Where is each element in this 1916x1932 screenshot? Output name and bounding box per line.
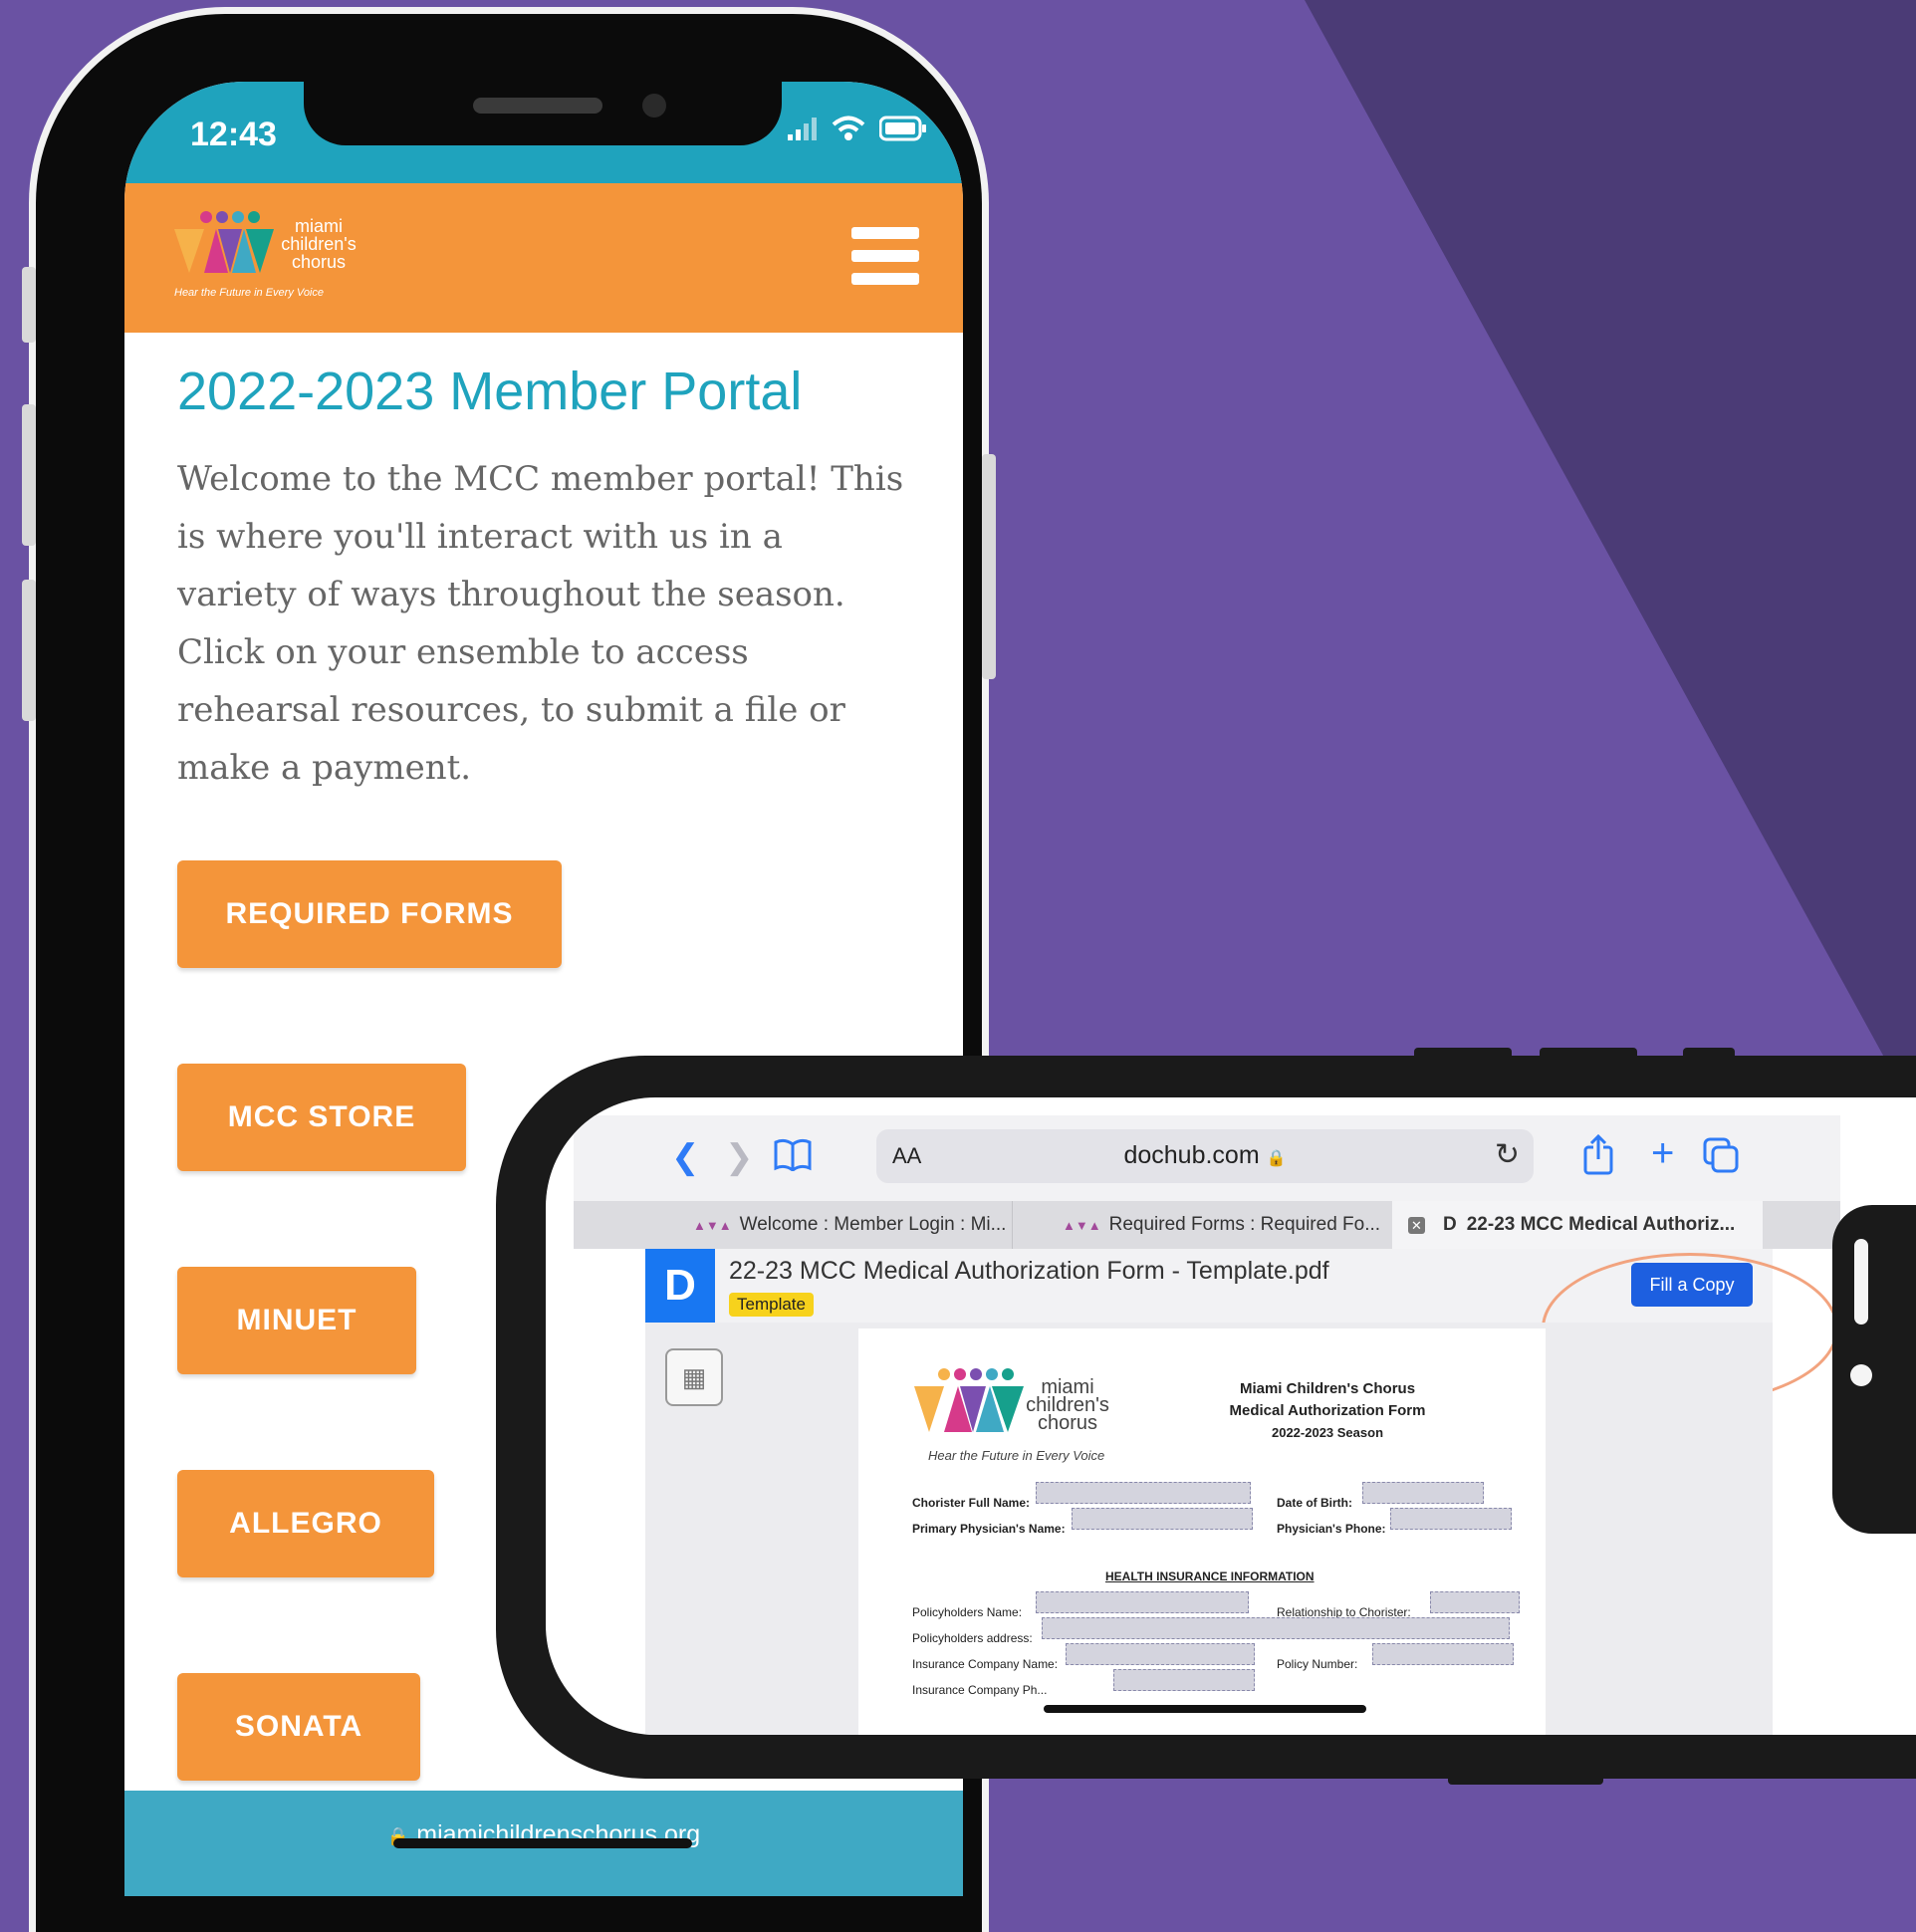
mcc-favicon-icon: ▲▼▲ bbox=[693, 1217, 732, 1233]
sonata-button[interactable]: SONATA bbox=[177, 1673, 420, 1781]
field-chorister-name[interactable] bbox=[1036, 1482, 1251, 1504]
mcc-logo-icon bbox=[174, 211, 274, 273]
logo-tagline: Hear the Future in Every Voice bbox=[174, 287, 324, 299]
label-policyholder-address: Policyholders address: bbox=[912, 1631, 1033, 1645]
speaker-grill bbox=[1854, 1239, 1868, 1325]
tab-member-login[interactable]: ▲▼▲ Welcome : Member Login : Mi... bbox=[693, 1201, 1012, 1249]
page-title: 2022-2023 Member Portal bbox=[177, 362, 803, 421]
share-icon[interactable] bbox=[1581, 1133, 1615, 1175]
tabs-icon[interactable] bbox=[1703, 1137, 1739, 1173]
status-icons bbox=[788, 116, 927, 141]
close-tab-icon[interactable]: ✕ bbox=[1408, 1216, 1425, 1234]
thumbnails-grid-icon[interactable]: ▦ bbox=[665, 1348, 723, 1406]
pdf-logo-wordmark: miami children's chorus bbox=[1026, 1376, 1109, 1434]
volume-down-button bbox=[22, 580, 36, 721]
status-time: 12:43 bbox=[190, 116, 277, 153]
field-policy-number[interactable] bbox=[1372, 1643, 1514, 1665]
label-insurance-phone: Insurance Company Ph... bbox=[912, 1683, 1048, 1697]
field-insurance-phone[interactable] bbox=[1113, 1669, 1255, 1691]
back-icon[interactable]: ❮ bbox=[671, 1137, 700, 1177]
address-text: dochub.com 🔒 bbox=[1123, 1141, 1287, 1169]
address-bar[interactable]: AA dochub.com 🔒 ↻ bbox=[876, 1129, 1534, 1183]
mute-switch bbox=[22, 267, 36, 343]
label-chorister-name: Chorister Full Name: bbox=[912, 1496, 1031, 1510]
hamburger-icon[interactable] bbox=[851, 227, 919, 285]
new-tab-icon[interactable]: + bbox=[1651, 1131, 1674, 1176]
template-badge: Template bbox=[729, 1293, 814, 1317]
field-policyholder-address[interactable] bbox=[1042, 1617, 1510, 1639]
field-relationship[interactable] bbox=[1430, 1591, 1520, 1613]
insurance-section-heading: HEALTH INSURANCE INFORMATION bbox=[1105, 1570, 1315, 1583]
notch bbox=[304, 82, 782, 145]
signal-icon bbox=[788, 118, 817, 140]
dochub-logo-icon[interactable]: D bbox=[645, 1249, 715, 1323]
allegro-button[interactable]: ALLEGRO bbox=[177, 1470, 434, 1577]
battery-icon bbox=[879, 116, 926, 141]
tab-required-forms[interactable]: ▲▼▲ Required Forms : Required Fo... bbox=[1012, 1201, 1380, 1249]
volume-up-button bbox=[22, 404, 36, 546]
document-filename: 22-23 MCC Medical Authorization Form - T… bbox=[729, 1257, 1329, 1285]
camera-icon bbox=[642, 94, 666, 118]
tab-bar: ▲▼▲ Welcome : Member Login : Mi... ▲▼▲ R… bbox=[574, 1201, 1840, 1249]
forward-icon[interactable]: ❯ bbox=[725, 1137, 754, 1177]
field-policyholder-name[interactable] bbox=[1036, 1591, 1249, 1613]
tab-medical-authorization[interactable]: ✕ D 22-23 MCC Medical Authoriz... bbox=[1392, 1201, 1763, 1249]
pdf-page: miami children's chorus Hear the Future … bbox=[858, 1328, 1546, 1735]
status-bar: 12:43 bbox=[124, 82, 963, 183]
field-physician-name[interactable] bbox=[1072, 1508, 1253, 1530]
landscape-notch bbox=[1832, 1205, 1916, 1534]
speaker-grill bbox=[473, 98, 602, 114]
reload-icon[interactable]: ↻ bbox=[1495, 1137, 1520, 1172]
home-indicator bbox=[393, 1838, 692, 1848]
mcc-favicon-icon: ▲▼▲ bbox=[1063, 1217, 1101, 1233]
label-policy-number: Policy Number: bbox=[1277, 1657, 1358, 1671]
pdf-logo-tagline: Hear the Future in Every Voice bbox=[928, 1448, 1105, 1463]
lock-icon: 🔒 bbox=[1266, 1150, 1287, 1167]
bookmarks-icon[interactable] bbox=[773, 1137, 813, 1171]
dochub-favicon-icon: D bbox=[1443, 1214, 1457, 1235]
site-header: miami children's chorus Hear the Future … bbox=[124, 183, 963, 333]
pdf-heading: Miami Children's Chorus Medical Authoriz… bbox=[1229, 1380, 1426, 1440]
mcc-logo-icon bbox=[914, 1368, 1024, 1432]
camera-icon bbox=[1850, 1364, 1872, 1386]
logo-wordmark: miami children's chorus bbox=[281, 216, 357, 272]
home-indicator bbox=[1044, 1705, 1366, 1713]
label-physician-phone: Physician's Phone: bbox=[1277, 1522, 1386, 1536]
landscape-screen: ❮ ❯ AA dochub.com 🔒 ↻ + ▲▼▲ Welcome: Me… bbox=[546, 1097, 1916, 1735]
label-dob: Date of Birth: bbox=[1277, 1496, 1352, 1510]
label-physician-name: Primary Physician's Name: bbox=[912, 1522, 1066, 1536]
wifi-icon bbox=[832, 116, 865, 140]
power-button bbox=[982, 454, 996, 679]
minuet-button[interactable]: MINUET bbox=[177, 1267, 416, 1374]
field-dob[interactable] bbox=[1362, 1482, 1484, 1504]
landscape-phone: ❮ ❯ AA dochub.com 🔒 ↻ + ▲▼▲ Welcome: Me… bbox=[496, 1056, 1916, 1779]
required-forms-button[interactable]: REQUIRED FORMS bbox=[177, 860, 562, 968]
label-insurance-company: Insurance Company Name: bbox=[912, 1657, 1059, 1671]
field-physician-phone[interactable] bbox=[1390, 1508, 1512, 1530]
document-viewer: ▦ miami children's chorus Hear the Futur… bbox=[645, 1323, 1773, 1735]
safari-toolbar: ❮ ❯ AA dochub.com 🔒 ↻ + bbox=[574, 1115, 1840, 1201]
field-insurance-company[interactable] bbox=[1066, 1643, 1255, 1665]
mcc-store-button[interactable]: MCC STORE bbox=[177, 1064, 466, 1171]
label-policyholder-name: Policyholders Name: bbox=[912, 1605, 1023, 1619]
mcc-logo[interactable]: miami children's chorus Hear the Future … bbox=[174, 209, 363, 299]
intro-text: Welcome to the MCC member portal! This i… bbox=[177, 459, 904, 788]
pdf-mcc-logo: miami children's chorus Hear the Future … bbox=[914, 1366, 1113, 1476]
